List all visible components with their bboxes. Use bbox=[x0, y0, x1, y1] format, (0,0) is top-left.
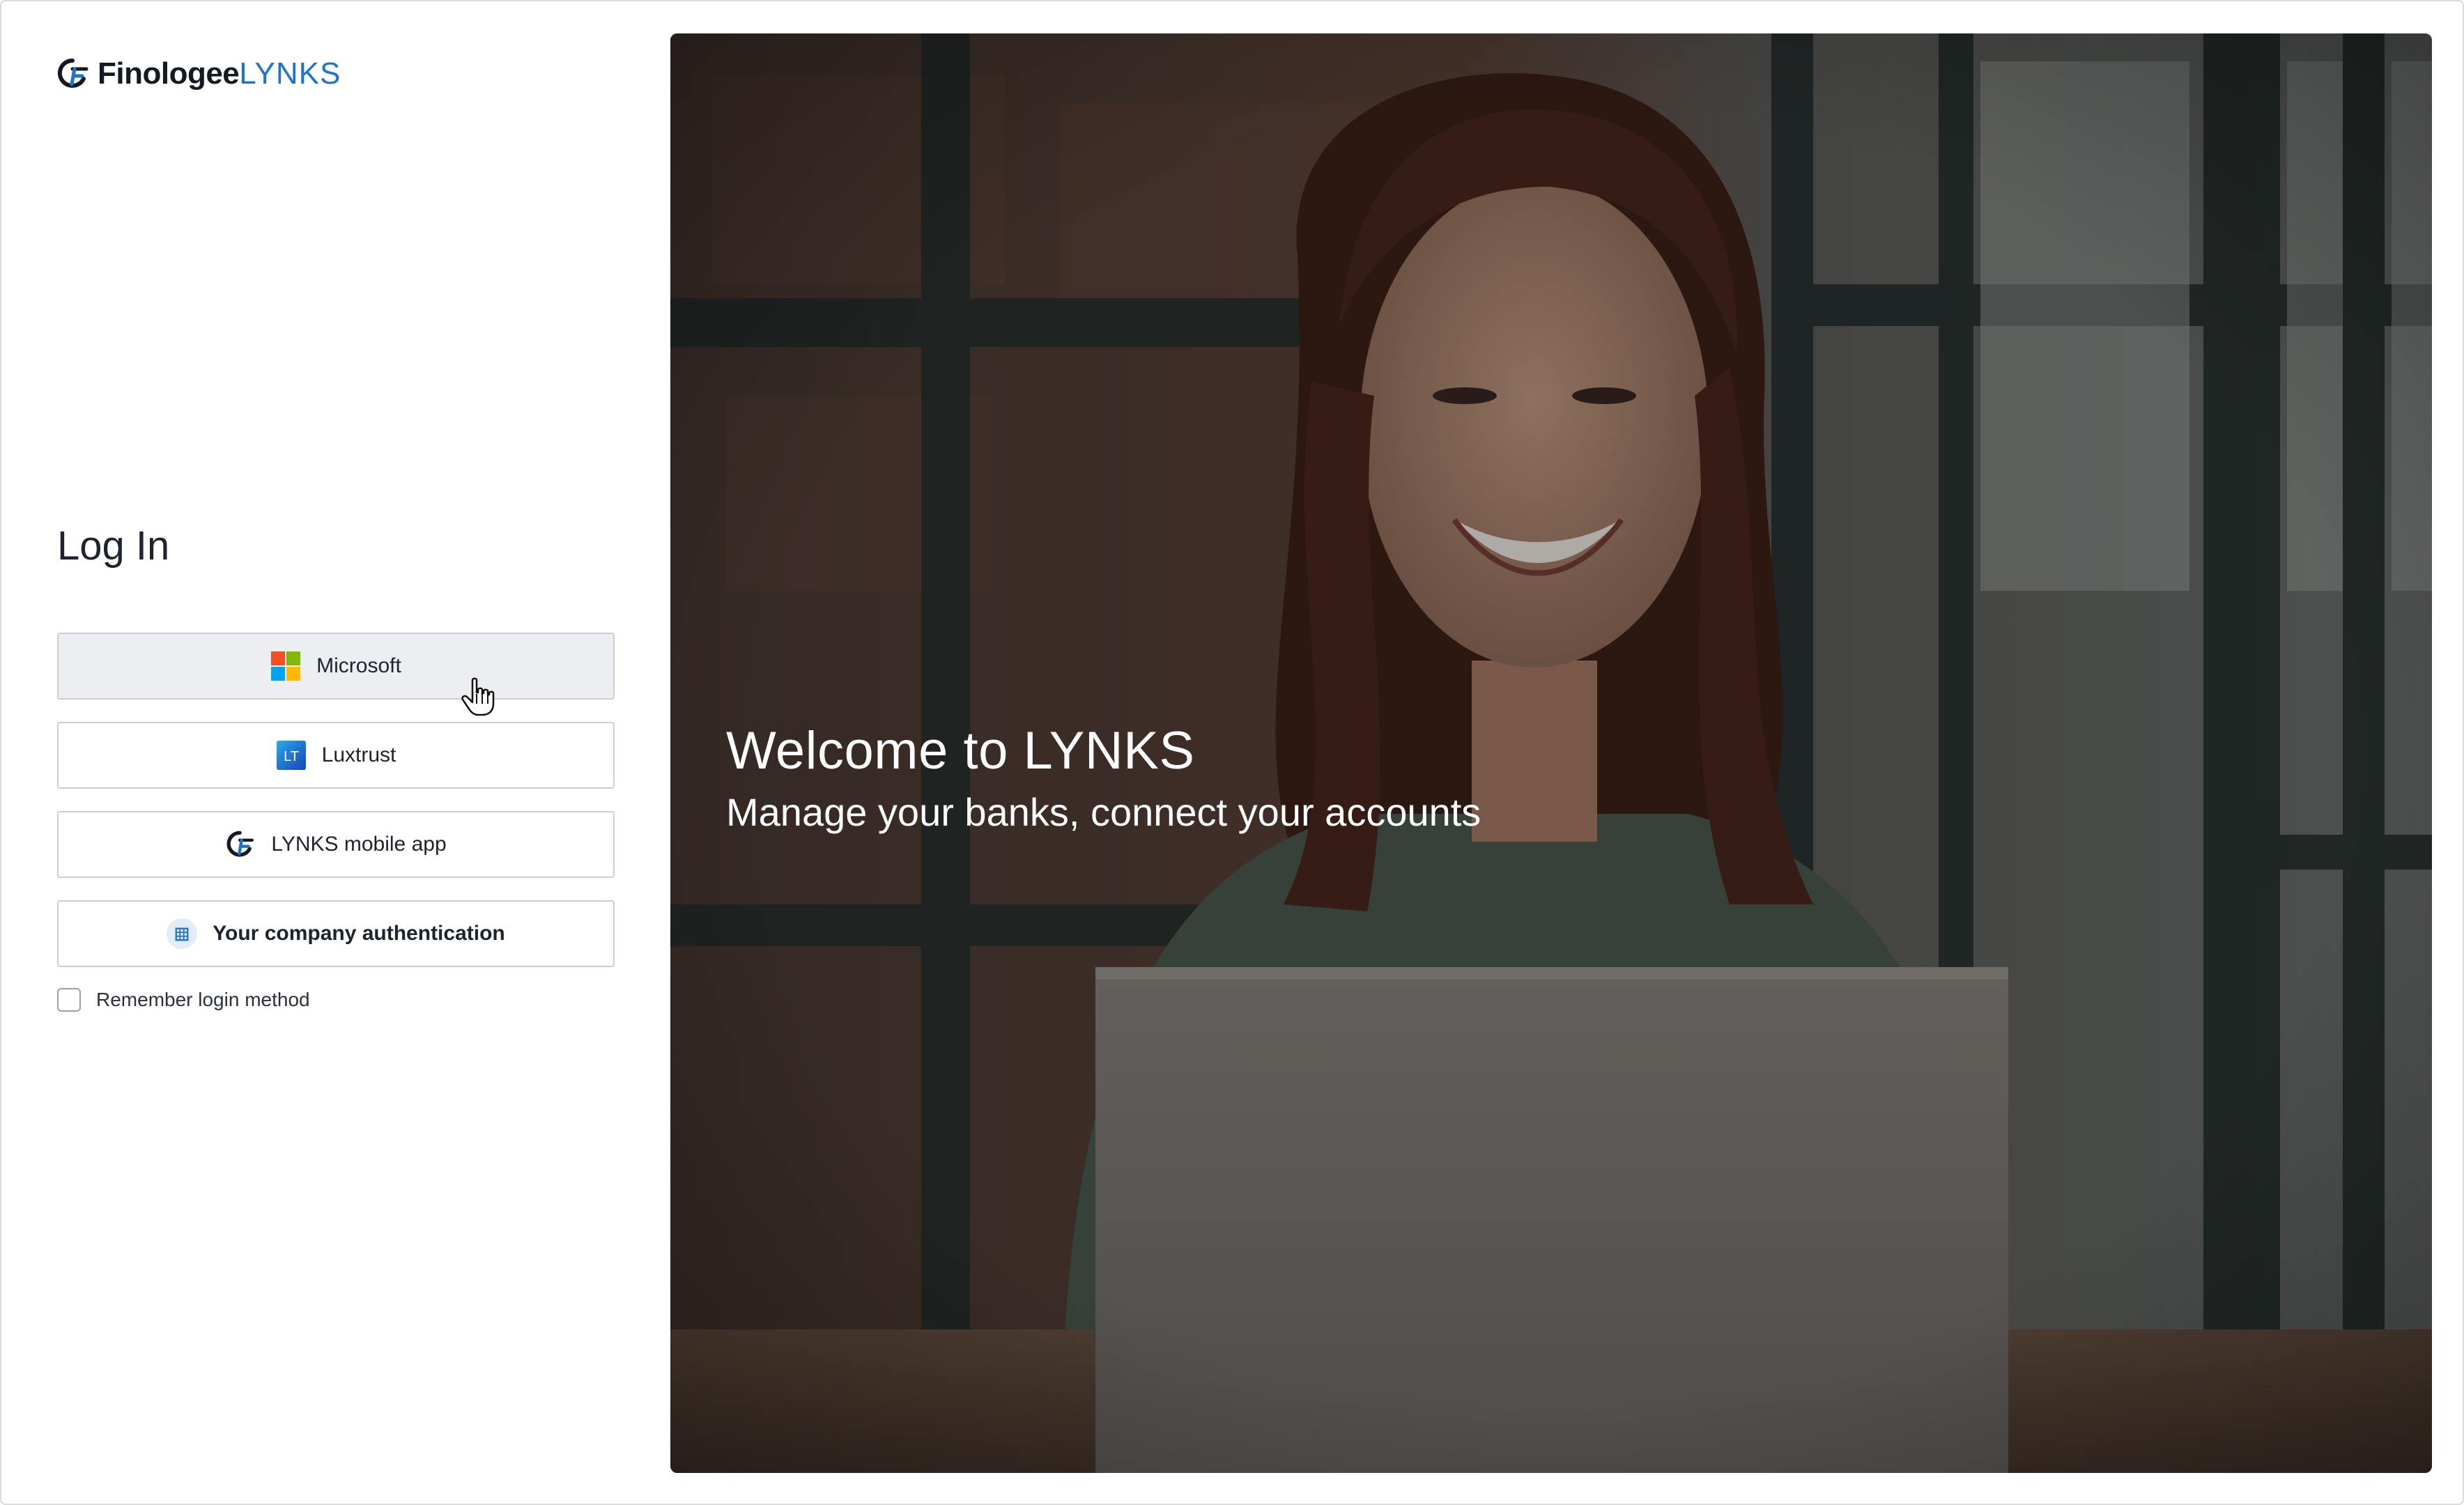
login-company-auth-button[interactable]: Your company authentication bbox=[57, 900, 615, 967]
brand-logo[interactable]: Finologee LYNKS bbox=[56, 53, 341, 95]
remember-label: Remember login method bbox=[96, 989, 310, 1010]
login-lynks-mobile-button[interactable]: LYNKS mobile app bbox=[57, 811, 615, 878]
svg-text:LT: LT bbox=[284, 749, 299, 764]
company-auth-label: Your company authentication bbox=[213, 922, 505, 945]
microsoft-label: Microsoft bbox=[316, 654, 401, 677]
remember-checkbox[interactable] bbox=[57, 988, 81, 1012]
hero-banner: Welcome to LYNKS Manage your banks, conn… bbox=[670, 33, 2432, 1473]
hero-text: Welcome to LYNKS Manage your banks, conn… bbox=[726, 720, 1481, 837]
login-luxtrust-button[interactable]: LT Luxtrust bbox=[57, 722, 615, 789]
hero-title: Welcome to LYNKS bbox=[726, 721, 1195, 780]
login-page: Finologee LYNKS Log In Microsoft LT Luxt… bbox=[0, 0, 2464, 1505]
brand-name-accent: LYNKS bbox=[239, 56, 341, 91]
finologee-logo-icon bbox=[57, 58, 88, 88]
brand-name-main: Finologee bbox=[98, 56, 240, 91]
microsoft-icon bbox=[270, 651, 301, 681]
hero-subtitle: Manage your banks, connect your accounts bbox=[726, 790, 1481, 834]
hand-cursor-icon bbox=[461, 677, 495, 716]
remember-login-method[interactable]: Remember login method bbox=[57, 988, 310, 1012]
login-title: Log In bbox=[57, 523, 170, 569]
luxtrust-icon: LT bbox=[276, 740, 307, 771]
finologee-logo-icon bbox=[225, 829, 256, 860]
lynks-mobile-label: LYNKS mobile app bbox=[271, 833, 447, 856]
luxtrust-label: Luxtrust bbox=[321, 743, 396, 766]
login-microsoft-button[interactable]: Microsoft bbox=[57, 633, 615, 700]
building-icon bbox=[167, 918, 198, 949]
